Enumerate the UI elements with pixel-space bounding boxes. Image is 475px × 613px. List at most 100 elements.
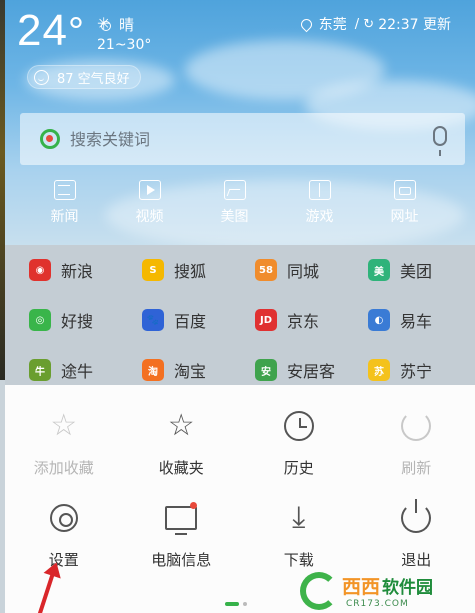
site-label: 苏宁 bbox=[400, 362, 433, 381]
clock-icon bbox=[283, 411, 314, 441]
updated-time: 22:37 更新 bbox=[378, 17, 451, 33]
quick-link-news[interactable]: 新闻 bbox=[22, 180, 107, 226]
site-link[interactable]: JD 京东 bbox=[231, 308, 344, 332]
site-label: 好搜 bbox=[61, 312, 94, 331]
site-label: 搜狐 bbox=[174, 262, 207, 281]
location-pin-icon bbox=[298, 16, 315, 32]
site-link[interactable]: 58 同城 bbox=[231, 258, 344, 282]
quick-link-game[interactable]: 游戏 bbox=[277, 180, 362, 226]
watermark-url: CR173.COM bbox=[346, 599, 409, 609]
site-label: 途牛 bbox=[61, 362, 94, 381]
weather-condition: 晴 bbox=[97, 14, 134, 35]
quick-link-label: 美图 bbox=[220, 209, 249, 225]
quick-link-label: 网址 bbox=[390, 209, 419, 225]
smile-icon bbox=[34, 69, 49, 85]
refresh-button[interactable]: 刷新 bbox=[358, 409, 475, 487]
temperature[interactable]: 24° bbox=[17, 6, 85, 56]
menu-label: 退出 bbox=[401, 551, 432, 569]
air-quality-badge[interactable]: 87 空气良好 bbox=[27, 65, 141, 89]
site-logo-icon: JD bbox=[255, 309, 277, 331]
microphone-icon[interactable] bbox=[433, 126, 447, 156]
quick-link-label: 游戏 bbox=[305, 209, 334, 225]
search-logo-icon bbox=[40, 129, 60, 149]
quick-link-video[interactable]: 视频 bbox=[107, 180, 192, 226]
site-label: 淘宝 bbox=[174, 362, 207, 381]
search-bar[interactable] bbox=[20, 113, 465, 165]
settings-button[interactable]: 设置 bbox=[5, 501, 123, 589]
watermark-logo: 西西 软件园 CR173.COM bbox=[300, 568, 475, 613]
site-link[interactable]: ◎ 好搜 bbox=[5, 308, 118, 332]
site-logo-icon: 安 bbox=[255, 359, 277, 381]
site-link[interactable]: ◐ 易车 bbox=[344, 308, 457, 332]
watermark-c-icon bbox=[300, 571, 338, 610]
site-logo-icon: 淘 bbox=[142, 359, 164, 381]
site-label: 百度 bbox=[174, 312, 207, 331]
menu-label: 收藏夹 bbox=[158, 459, 204, 477]
menu-row-1: ☆ 添加收藏 ☆ 收藏夹 历史 刷新 bbox=[5, 385, 475, 487]
temperature-value: 24 bbox=[17, 6, 68, 55]
site-logo-icon: ◉ bbox=[29, 259, 51, 281]
notification-dot bbox=[190, 502, 198, 509]
site-logo-icon: 苏 bbox=[368, 359, 390, 381]
site-link[interactable]: ◉ 新浪 bbox=[5, 258, 118, 282]
site-logo-icon: ◐ bbox=[368, 309, 390, 331]
menu-label: 电脑信息 bbox=[151, 551, 212, 569]
location-label: 东莞 bbox=[318, 17, 347, 33]
site-row: ◎ 好搜 🐾 百度 JD 京东 ◐ 易车 bbox=[5, 295, 475, 345]
site-label: 安居客 bbox=[287, 362, 336, 381]
news-icon bbox=[53, 180, 76, 200]
watermark-suffix: 软件园 bbox=[382, 578, 434, 597]
site-logo-icon: 58 bbox=[255, 259, 277, 281]
site-link[interactable]: 牛途牛 bbox=[5, 358, 118, 382]
temperature-range: 21~30° bbox=[97, 37, 152, 53]
site-logo-icon: 牛 bbox=[29, 359, 51, 381]
condition-label: 晴 bbox=[119, 16, 135, 34]
air-quality-label: 87 空气良好 bbox=[57, 71, 130, 87]
location-update[interactable]: 东莞 / ↻ 22:37 更新 bbox=[298, 14, 451, 34]
quick-link-image[interactable]: 美图 bbox=[192, 180, 277, 226]
game-icon bbox=[308, 180, 331, 200]
sun-icon bbox=[97, 14, 113, 33]
site-link[interactable]: 安安居客 bbox=[231, 358, 344, 382]
add-bookmark-button[interactable]: ☆ 添加收藏 bbox=[5, 409, 123, 487]
site-link[interactable]: 淘淘宝 bbox=[118, 358, 231, 382]
menu-label: 添加收藏 bbox=[33, 459, 94, 477]
site-grid: ◉ 新浪 S 搜狐 58 同城美美团 ◎ 好搜 🐾 百度 JD 京东 ◐ 易车牛途牛淘淘宝安安居客苏苏宁 bbox=[5, 245, 475, 385]
quick-links: 新闻 视频 美图 游戏 网址 bbox=[5, 180, 475, 226]
star-add-icon: ☆ bbox=[50, 408, 78, 443]
site-label: 新浪 bbox=[61, 262, 94, 281]
site-logo-icon: S bbox=[142, 259, 164, 281]
site-label: 易车 bbox=[400, 312, 433, 331]
site-label: 美团 bbox=[400, 262, 433, 281]
site-label: 京东 bbox=[287, 312, 320, 331]
site-label: 同城 bbox=[287, 262, 320, 281]
temperature-unit: ° bbox=[67, 10, 85, 54]
site-logo-icon: 美 bbox=[368, 259, 390, 281]
reload-icon bbox=[401, 411, 432, 441]
power-icon bbox=[401, 499, 432, 533]
bookmarks-button[interactable]: ☆ 收藏夹 bbox=[123, 409, 241, 487]
image-icon bbox=[223, 180, 246, 200]
watermark-brand: 西西 bbox=[342, 577, 381, 598]
history-button[interactable]: 历史 bbox=[240, 409, 358, 487]
menu-label: 历史 bbox=[283, 459, 314, 477]
quick-link-label: 视频 bbox=[135, 209, 164, 225]
quick-link-label: 新闻 bbox=[50, 209, 79, 225]
refresh-icon: / ↻ bbox=[354, 16, 375, 32]
pc-info-button[interactable]: 电脑信息 bbox=[123, 501, 241, 589]
site-link[interactable]: 🐾 百度 bbox=[118, 308, 231, 332]
gear-icon bbox=[49, 504, 78, 532]
video-icon bbox=[138, 180, 161, 200]
page-indicator bbox=[243, 602, 247, 606]
site-link[interactable]: 美美团 bbox=[344, 258, 457, 282]
monitor-icon bbox=[165, 502, 198, 535]
site-link[interactable]: 苏苏宁 bbox=[344, 358, 457, 382]
star-icon: ☆ bbox=[167, 408, 195, 443]
site-logo-icon: ◎ bbox=[29, 309, 51, 331]
web-icon bbox=[393, 180, 416, 200]
menu-label: 刷新 bbox=[401, 459, 432, 477]
site-link[interactable]: S 搜狐 bbox=[118, 258, 231, 282]
search-input[interactable] bbox=[70, 129, 410, 149]
page-indicator-active bbox=[225, 602, 239, 606]
quick-link-web[interactable]: 网址 bbox=[362, 180, 447, 226]
